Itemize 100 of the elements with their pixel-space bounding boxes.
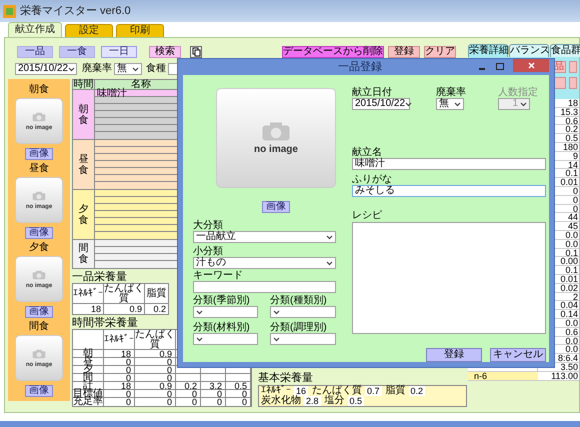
- meal-section-label: 間食: [73, 240, 95, 268]
- table-cell: 0: [176, 390, 201, 397]
- waste-dropdown[interactable]: 無: [114, 63, 142, 75]
- category-dropdown[interactable]: [193, 333, 258, 345]
- search-button[interactable]: 検索: [149, 46, 181, 58]
- table-cell: 0.2: [176, 382, 201, 389]
- nutrient-label: たんぱく質: [312, 386, 362, 396]
- field-label: 小分類: [193, 247, 224, 257]
- tab[interactable]: 栄養詳細: [468, 44, 508, 57]
- image-button[interactable]: 画像: [262, 201, 290, 213]
- row-header: 充足率: [73, 398, 104, 406]
- meal-section-label: 夕食: [73, 190, 95, 239]
- table-cell-text: 0.1: [565, 248, 579, 256]
- action-button[interactable]: クリア: [424, 46, 456, 58]
- mode-button[interactable]: 一日: [101, 46, 137, 58]
- table-cell-text: 180: [562, 142, 579, 151]
- tab[interactable]: 印刷: [116, 24, 164, 37]
- table-cell: 0.9: [135, 382, 176, 389]
- close-button[interactable]: [513, 59, 549, 72]
- keyword-field[interactable]: [193, 281, 336, 293]
- column-header: 時間: [73, 80, 95, 89]
- field-label: 大分類: [193, 221, 223, 231]
- table-cell-text: 18: [566, 99, 579, 107]
- meal-label: 朝食: [29, 84, 49, 96]
- meal-label: 昼食: [29, 163, 49, 175]
- nutrient-label: ｴﾈﾙｷﾞｰ: [261, 386, 291, 396]
- image-button[interactable]: 画像: [25, 227, 53, 239]
- table-cell: 0: [226, 398, 251, 406]
- column-header: ｴﾈﾙｷﾞｰ: [104, 334, 134, 344]
- image-button[interactable]: 画像: [25, 385, 53, 397]
- table-cell-text: 18: [90, 304, 102, 314]
- field-label: キーワード: [193, 271, 244, 281]
- camera-icon: [32, 270, 46, 280]
- row-header: 間: [73, 374, 104, 381]
- delete-button[interactable]: データベースから削除: [282, 46, 384, 58]
- reading-field[interactable]: みそしる: [352, 185, 546, 197]
- section-title: 時間帯栄養量: [72, 318, 138, 329]
- table-cell: 0: [104, 374, 135, 381]
- table-cell-text: 3.50: [559, 362, 579, 371]
- menu-name-field[interactable]: 味噌汁: [352, 158, 546, 170]
- side-button[interactable]: [569, 61, 577, 73]
- table-cell: 0: [135, 390, 176, 397]
- image-button[interactable]: 画像: [25, 148, 53, 160]
- table-cell: 0: [135, 374, 176, 381]
- table-cell: 0: [135, 366, 176, 373]
- date-dropdown[interactable]: 2015/10/22: [15, 63, 77, 75]
- table-cell: 0.5: [226, 382, 251, 389]
- column-header: ｴﾈﾙｷﾞｰ: [73, 288, 103, 298]
- tab[interactable]: 献立作成: [8, 22, 62, 37]
- table-cell: 3.2: [201, 382, 226, 389]
- row-header: 朝: [73, 350, 104, 357]
- column-header: 脂質: [146, 288, 168, 298]
- table-cell: 0: [135, 358, 176, 365]
- table-cell-text: 44: [566, 213, 579, 222]
- column-header: 名称: [130, 80, 152, 89]
- field-label: 献立日付: [352, 88, 393, 98]
- category-dropdown[interactable]: [193, 306, 258, 318]
- table-cell-text: 113.00: [550, 372, 579, 380]
- recipe-field[interactable]: [352, 222, 546, 334]
- image-button[interactable]: 画像: [25, 306, 53, 318]
- column-header: たんぱく質: [135, 330, 175, 350]
- dialog-button[interactable]: 登録: [426, 348, 482, 362]
- action-button[interactable]: 登録: [388, 46, 420, 58]
- dialog-button[interactable]: キャンセル: [490, 348, 546, 362]
- camera-icon: [32, 112, 46, 122]
- table-cell-text: 0.0: [564, 336, 579, 344]
- table-cell-text: 9: [572, 152, 579, 160]
- section-title: 一品栄養量: [72, 272, 127, 283]
- date-dropdown[interactable]: 2015/10/22: [352, 98, 410, 110]
- row-header: 目標値: [73, 390, 104, 397]
- category-dropdown[interactable]: 汁もの: [193, 257, 336, 269]
- maximize-icon[interactable]: [495, 62, 505, 72]
- mode-button[interactable]: 一食: [59, 46, 95, 58]
- table-cell-text: 0.9: [128, 304, 143, 314]
- tab[interactable]: バランス: [509, 44, 549, 57]
- copy-icon[interactable]: [190, 46, 202, 58]
- side-button[interactable]: [569, 77, 577, 89]
- camera-icon: [32, 190, 46, 200]
- mode-button[interactable]: 一品: [17, 46, 53, 58]
- row-header: 昼: [73, 358, 104, 365]
- waste-dropdown[interactable]: 無: [436, 98, 464, 110]
- table-cell-text: 8:6.4: [556, 354, 579, 362]
- tab[interactable]: 設定: [65, 24, 113, 37]
- table-cell: 0: [201, 398, 226, 406]
- camera-icon: [32, 348, 46, 358]
- table-cell-text: 0.00: [559, 257, 579, 266]
- table-cell-text: 0.1: [564, 169, 579, 178]
- field-label: 人数指定: [498, 88, 538, 98]
- category-dropdown[interactable]: [270, 306, 336, 318]
- category-dropdown[interactable]: 一品献立: [193, 231, 336, 243]
- table-cell-text: 0.0: [564, 318, 579, 327]
- category-dropdown[interactable]: [270, 333, 336, 345]
- table-cell: 0: [201, 390, 226, 397]
- table-cell-text: 0.01: [559, 178, 579, 186]
- field-label: 廃棄率: [436, 88, 467, 98]
- column-header: たんぱく質: [104, 284, 144, 304]
- table-cell-text: 0: [572, 186, 579, 195]
- table-cell: 0: [176, 398, 201, 406]
- row-header: 計: [73, 382, 104, 389]
- meal-label: 夕食: [29, 242, 49, 254]
